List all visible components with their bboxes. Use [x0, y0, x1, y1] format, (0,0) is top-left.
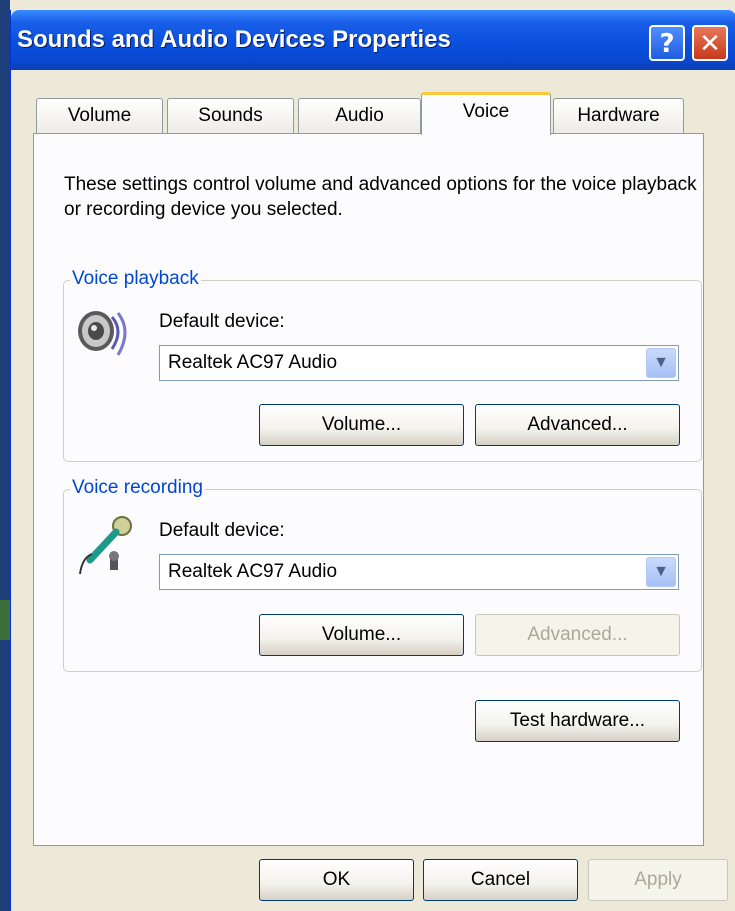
apply-button: Apply	[588, 859, 728, 901]
playback-device-select[interactable]: Realtek AC97 Audio ▼	[159, 345, 679, 381]
voice-tab-panel: These settings control volume and advanc…	[33, 133, 704, 846]
chevron-down-icon[interactable]: ▼	[646, 557, 676, 587]
properties-window: Sounds and Audio Devices Properties ? ✕ …	[10, 10, 735, 911]
tab-voice[interactable]: Voice	[421, 92, 551, 135]
close-button[interactable]: ✕	[692, 25, 728, 61]
desktop-background-strip	[0, 0, 10, 911]
desktop-background-fragment	[0, 600, 10, 640]
recording-volume-button[interactable]: Volume...	[259, 614, 464, 656]
playback-default-device-label: Default device:	[159, 311, 285, 332]
recording-advanced-button: Advanced...	[475, 614, 680, 656]
voice-playback-group: Voice playback Default device: Realtek A…	[63, 268, 702, 462]
tab-volume[interactable]: Volume	[36, 98, 163, 134]
ok-button[interactable]: OK	[259, 859, 414, 901]
voice-recording-group: Voice recording Default device: Realtek …	[63, 477, 702, 672]
microphone-icon	[79, 516, 132, 575]
recording-default-device-label: Default device:	[159, 520, 285, 541]
playback-advanced-button[interactable]: Advanced...	[475, 404, 680, 446]
title-bar[interactable]: Sounds and Audio Devices Properties ? ✕	[11, 10, 735, 70]
tab-audio[interactable]: Audio	[298, 98, 421, 134]
window-title: Sounds and Audio Devices Properties	[17, 26, 451, 53]
speaker-icon	[78, 311, 127, 356]
voice-playback-group-label: Voice playback	[70, 268, 201, 290]
voice-recording-group-label: Voice recording	[70, 477, 205, 499]
chevron-down-icon[interactable]: ▼	[646, 348, 676, 378]
recording-device-select[interactable]: Realtek AC97 Audio ▼	[159, 554, 679, 590]
playback-device-value: Realtek AC97 Audio	[168, 352, 338, 373]
description-text: These settings control volume and advanc…	[64, 174, 697, 220]
playback-volume-button[interactable]: Volume...	[259, 404, 464, 446]
test-hardware-button[interactable]: Test hardware...	[475, 700, 680, 742]
tab-strip: Volume Sounds Audio Voice Hardware	[31, 92, 691, 135]
recording-device-value: Realtek AC97 Audio	[168, 561, 338, 582]
tab-hardware[interactable]: Hardware	[553, 98, 684, 134]
cancel-button[interactable]: Cancel	[423, 859, 578, 901]
tab-sounds[interactable]: Sounds	[167, 98, 294, 134]
help-button[interactable]: ?	[649, 25, 685, 61]
